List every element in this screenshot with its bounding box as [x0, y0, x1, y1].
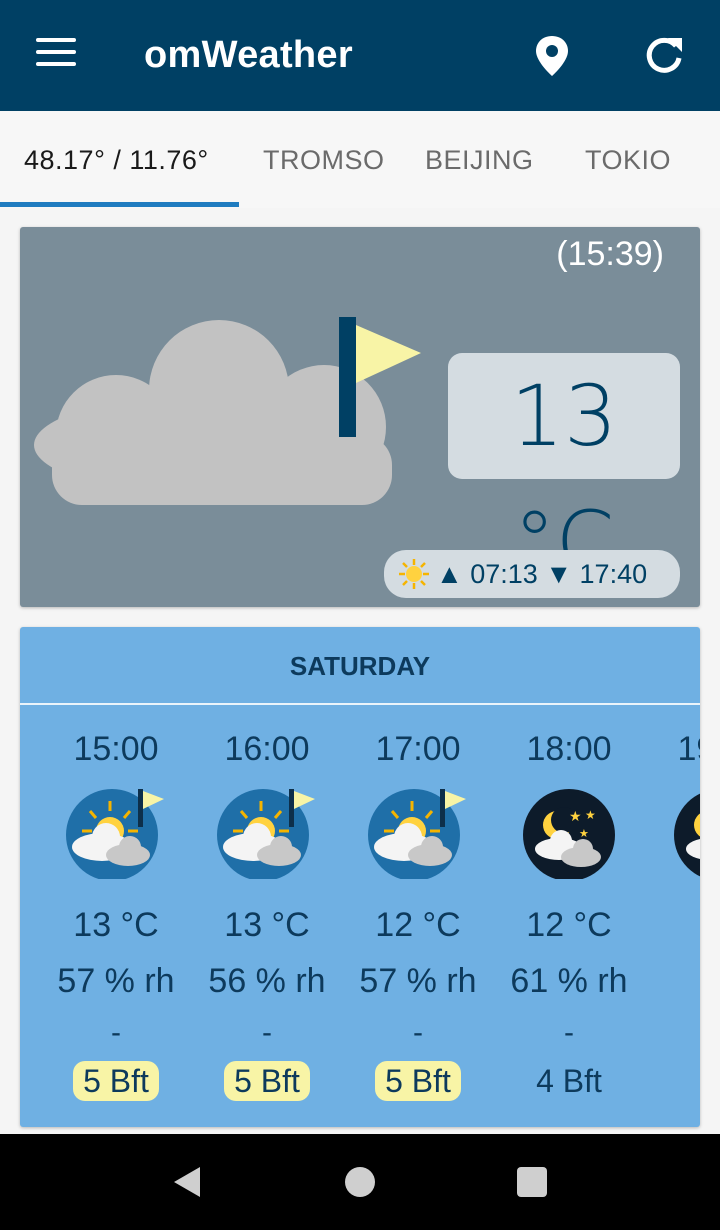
- forecast-temperature: 13 °C: [73, 906, 159, 944]
- back-icon[interactable]: [172, 1165, 202, 1199]
- forecast-precipitation: -: [413, 1016, 423, 1049]
- tab-current-location[interactable]: 48.17° / 11.76°: [24, 145, 209, 176]
- partly-cloudy-day-windy-icon: [217, 789, 315, 879]
- forecast-temperature: 12 °C: [375, 906, 461, 944]
- forecast-precipitation: -: [111, 1016, 121, 1049]
- partly-cloudy-day-windy-icon: [66, 789, 164, 879]
- sun-times: ▲ 07:13 ▼ 17:40: [384, 550, 680, 598]
- forecast-humidity: 57 % rh: [57, 962, 175, 1000]
- forecast-temperature: [644, 903, 700, 947]
- sunrise-time: ▲ 07:13: [436, 559, 538, 589]
- forecast-time: 19:00: [677, 730, 700, 768]
- forecast-wind: 5 Bft: [375, 1061, 461, 1101]
- forecast-day-header: SATURDAY: [20, 627, 700, 705]
- forecast-hour: 15:00 13 °C 57 % rh - 5 Bft: [40, 727, 192, 1101]
- app-title: omWeather: [144, 34, 353, 76]
- partly-cloudy-night-icon: ★ ★ ★: [523, 789, 615, 879]
- forecast-time: 17:00: [375, 730, 461, 768]
- observation-time: (15:39): [556, 235, 664, 273]
- tab-indicator: [0, 202, 239, 207]
- system-navigation-bar: [0, 1134, 720, 1230]
- refresh-icon[interactable]: [642, 34, 686, 78]
- location-tabs: 48.17° / 11.76° TROMSO BEIJING TOKIO: [0, 111, 720, 208]
- tab-beijing[interactable]: BEIJING: [425, 145, 534, 176]
- forecast-time: 16:00: [224, 730, 310, 768]
- forecast-humidity: 61 % rh: [510, 962, 628, 1000]
- forecast-time: 18:00: [526, 730, 612, 768]
- current-weather-card: (15:39) 13 °C ▲ 07:13 ▼ 17:40: [20, 227, 700, 607]
- sunset-time: ▼ 17:40: [545, 559, 648, 589]
- svg-text:★: ★: [585, 808, 596, 822]
- forecast-hour: 17:00 12 °C 57 % rh - 5 Bft: [342, 727, 494, 1101]
- forecast-wind: 5 Bft: [224, 1061, 310, 1101]
- forecast-humidity: 56 % rh: [208, 962, 326, 1000]
- hourly-forecast-card[interactable]: SATURDAY 15:00 13 °C 57 % rh - 5 Bft 16:…: [20, 627, 700, 1127]
- partly-cloudy-night-icon: [674, 793, 700, 877]
- forecast-hour: 18:00 ★ ★ ★ 12 °C 61 % rh - 4 Bft: [493, 727, 645, 1101]
- location-pin-icon[interactable]: [532, 34, 572, 78]
- cloud-flag-icon: [34, 317, 421, 505]
- partly-cloudy-day-windy-icon: [368, 789, 466, 879]
- sun-icon: [399, 558, 429, 589]
- forecast-hour: 16:00 13 °C 56 % rh - 5 Bft: [191, 727, 343, 1101]
- forecast-precipitation: -: [564, 1016, 574, 1049]
- forecast-precipitation: -: [262, 1016, 272, 1049]
- forecast-wind: 5 Bft: [73, 1061, 159, 1101]
- forecast-hour: 19:00 6: [644, 727, 700, 1003]
- forecast-temperature: 12 °C: [526, 906, 612, 944]
- forecast-time: 15:00: [73, 730, 159, 768]
- forecast-wind: 4 Bft: [536, 1063, 602, 1099]
- forecast-humidity: 6: [644, 959, 700, 1003]
- tab-tromso[interactable]: TROMSO: [263, 145, 385, 176]
- current-temperature: 13 °C: [448, 353, 680, 591]
- tab-tokio[interactable]: TOKIO: [585, 145, 671, 176]
- forecast-temperature: 13 °C: [224, 906, 310, 944]
- svg-text:★: ★: [569, 809, 582, 825]
- menu-icon[interactable]: [36, 38, 76, 70]
- app-bar: omWeather: [0, 0, 720, 111]
- recent-apps-icon[interactable]: [517, 1167, 547, 1197]
- home-icon[interactable]: [345, 1167, 375, 1197]
- forecast-humidity: 57 % rh: [359, 962, 477, 1000]
- svg-text:★: ★: [579, 827, 589, 840]
